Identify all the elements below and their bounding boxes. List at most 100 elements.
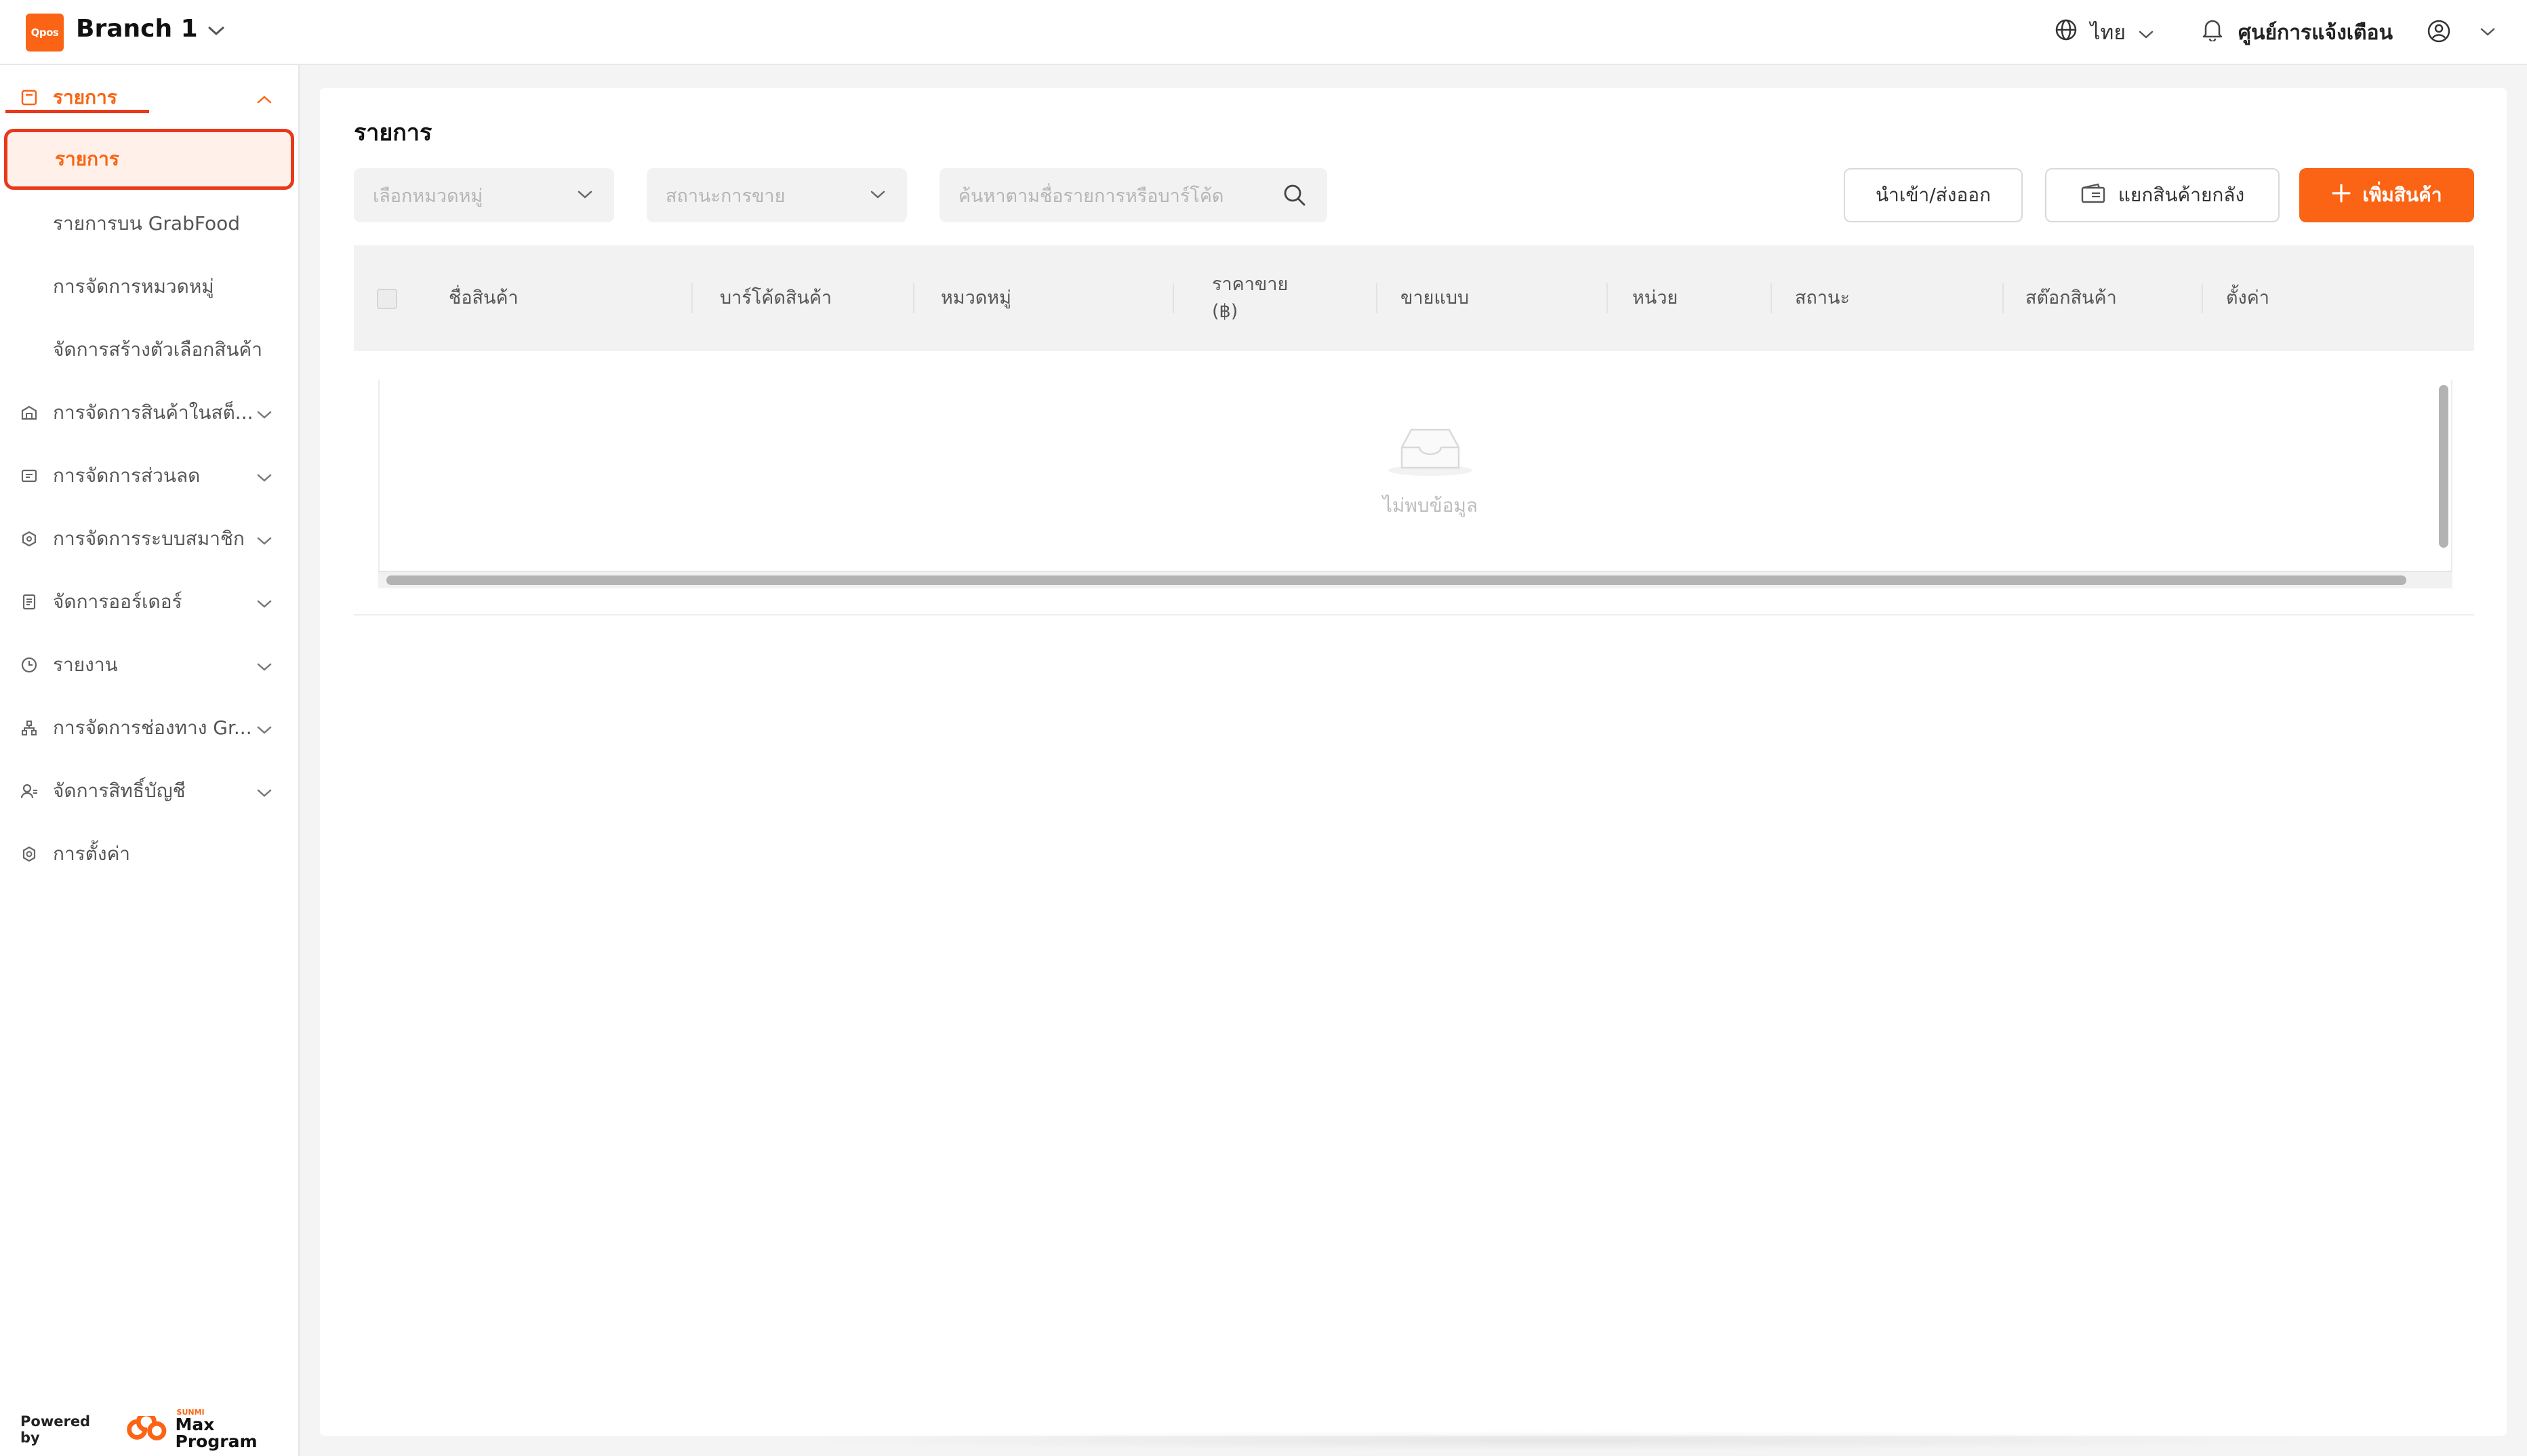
max-program-logo: SUNMI Max Program — [123, 1409, 298, 1450]
page-title: รายการ — [354, 119, 432, 146]
column-divider — [1771, 283, 1772, 313]
empty-state-text: ไม่พบข้อมูล — [1382, 494, 1478, 517]
sidebar-item-label: จัดการออร์เดอร์ — [53, 590, 182, 613]
sales-status-select[interactable]: สถานะการขาย — [647, 168, 907, 222]
split-stock-button[interactable]: แยกสินค้ายกลัง — [2045, 168, 2280, 222]
horizontal-scrollbar[interactable] — [378, 571, 2452, 588]
sidebar-subitem-grabfood-list[interactable]: รายการบน GrabFood — [0, 202, 300, 245]
column-divider — [913, 283, 914, 313]
powered-by: Powered by SUNMI Max Program — [20, 1409, 298, 1450]
vertical-scrollbar[interactable] — [2439, 385, 2448, 548]
sidebar-item-label: การจัดการช่องทาง Gr... — [53, 716, 252, 739]
member-icon — [19, 529, 39, 549]
sidebar-item-label: จัดการสิทธิ์บัญชี — [53, 780, 186, 802]
sidebar-item-channels[interactable]: การจัดการช่องทาง Gr... — [0, 706, 300, 750]
column-header-sell-type[interactable]: ขายแบบ — [1400, 245, 1469, 351]
column-divider — [1173, 283, 1174, 313]
column-header-price[interactable]: ราคาขาย (฿) — [1212, 245, 1288, 351]
report-icon — [19, 655, 39, 675]
split-stock-label: แยกสินค้ายกลัง — [2118, 184, 2245, 206]
sidebar-item-membership[interactable]: การจัดการระบบสมาชิก — [0, 517, 300, 561]
search-placeholder: ค้นหาตามชื่อรายการหรือบาร์โค้ด — [958, 185, 1224, 207]
sidebar-item-label: การจัดการระบบสมาชิก — [53, 527, 245, 550]
language-label: ไทย — [2090, 20, 2126, 45]
sidebar-item-label: การตั้งค่า — [53, 843, 131, 865]
top-bar: Qpos Branch 1 ไทย ศูนย์การแจ้งเตือน — [0, 0, 2527, 65]
sidebar-item-label: การจัดการส่วนลด — [53, 464, 201, 487]
select-all-checkbox[interactable] — [377, 289, 397, 309]
add-product-button[interactable]: เพิ่มสินค้า — [2299, 168, 2474, 222]
category-select[interactable]: เลือกหมวดหมู่ — [354, 168, 614, 222]
table-bottom-divider — [354, 614, 2474, 615]
product-table-header: ชื่อสินค้า บาร์โค้ดสินค้า หมวดหมู่ ราคาข… — [354, 245, 2474, 351]
column-header-name[interactable]: ชื่อสินค้า — [449, 245, 519, 351]
import-export-label: นำเข้า/ส่งออก — [1875, 184, 1992, 206]
column-header-barcode[interactable]: บาร์โค้ดสินค้า — [720, 245, 832, 351]
sidebar-item-label: รายการ — [53, 86, 117, 108]
column-header-stock[interactable]: สต๊อกสินค้า — [2025, 245, 2117, 351]
account-permission-icon — [19, 781, 39, 801]
column-divider — [691, 283, 693, 313]
search-icon — [1282, 183, 1307, 212]
chevron-down-icon — [207, 15, 225, 43]
column-divider — [2202, 283, 2203, 313]
column-divider — [1606, 283, 1608, 313]
product-list-icon — [19, 87, 39, 108]
sidebar-item-discount[interactable]: การจัดการส่วนลด — [0, 454, 300, 498]
sidebar-item-label: รายงาน — [53, 653, 118, 676]
notification-center-button[interactable]: ศูนย์การแจ้งเตือน — [2202, 17, 2393, 49]
branch-selector[interactable]: Branch 1 — [76, 15, 225, 43]
product-search-input[interactable]: ค้นหาตามชื่อรายการหรือบาร์โค้ด — [939, 168, 1327, 222]
chevron-down-icon — [256, 780, 272, 803]
sales-status-placeholder: สถานะการขาย — [666, 185, 786, 207]
category-select-placeholder: เลือกหมวดหมู่ — [373, 185, 483, 207]
column-divider — [1376, 283, 1377, 313]
wallet-icon — [2080, 182, 2106, 209]
order-icon — [19, 592, 39, 612]
column-divider — [2002, 283, 2004, 313]
powered-by-label: Powered by — [20, 1413, 91, 1446]
chevron-down-icon — [256, 465, 272, 487]
sidebar-subitem-category-management[interactable]: การจัดการหมวดหมู่ — [0, 265, 300, 308]
sidebar-item-orders[interactable]: จัดการออร์เดอร์ — [0, 580, 300, 624]
bottom-shadow — [780, 1430, 2339, 1451]
bell-icon — [2202, 18, 2223, 47]
sidebar: รายการ รายการ รายการบน GrabFood การจัดกา… — [0, 65, 300, 1456]
sidebar-item-stock[interactable]: การจัดการสินค้าในสต็... — [0, 391, 300, 434]
add-product-label: เพิ่มสินค้า — [2362, 184, 2442, 206]
import-export-button[interactable]: นำเข้า/ส่งออก — [1844, 168, 2023, 222]
sidebar-item-settings[interactable]: การตั้งค่า — [0, 832, 300, 876]
warehouse-icon — [19, 403, 39, 423]
sidebar-item-reports[interactable]: รายงาน — [0, 643, 300, 687]
channel-icon — [19, 718, 39, 738]
chevron-down-icon — [869, 184, 887, 209]
user-avatar-icon — [2427, 19, 2451, 46]
chevron-down-icon — [2138, 21, 2154, 45]
column-header-price-unit: (฿) — [1212, 301, 1238, 322]
column-header-unit[interactable]: หน่วย — [1632, 245, 1678, 351]
plus-icon — [2331, 183, 2351, 208]
sidebar-subitem-label: การจัดการหมวดหมู่ — [53, 275, 214, 298]
sidebar-subitem-product-options[interactable]: จัดการสร้างตัวเลือกสินค้า — [0, 328, 300, 371]
column-header-status[interactable]: สถานะ — [1795, 245, 1850, 351]
chevron-down-icon — [256, 402, 272, 424]
main-panel: รายการ เลือกหมวดหมู่ สถานะการขาย ค้นหาตา… — [320, 88, 2507, 1436]
notification-center-label: ศูนย์การแจ้งเตือน — [2238, 20, 2393, 45]
horizontal-scrollbar-thumb[interactable] — [386, 575, 2406, 585]
column-header-category[interactable]: หมวดหมู่ — [941, 245, 1011, 351]
sidebar-subitem-product-list[interactable]: รายการ — [4, 129, 294, 190]
chevron-down-icon — [2480, 26, 2496, 39]
settings-icon — [19, 844, 39, 864]
chevron-down-icon — [576, 184, 594, 209]
chevron-down-icon — [256, 717, 272, 740]
active-underline — [5, 110, 149, 113]
infinity-logo-icon — [127, 1415, 167, 1440]
empty-state: ไม่พบข้อมูล — [1329, 420, 1532, 521]
app-logo: Qpos — [26, 14, 64, 52]
column-header-settings[interactable]: ตั้งค่า — [2226, 245, 2269, 351]
language-selector[interactable]: ไทย — [2055, 17, 2154, 49]
user-menu[interactable] — [2427, 19, 2496, 46]
sidebar-item-account-permissions[interactable]: จัดการสิทธิ์บัญชี — [0, 769, 300, 813]
empty-inbox-icon — [1386, 420, 1475, 480]
sidebar-subitem-label: รายการ — [55, 148, 119, 170]
